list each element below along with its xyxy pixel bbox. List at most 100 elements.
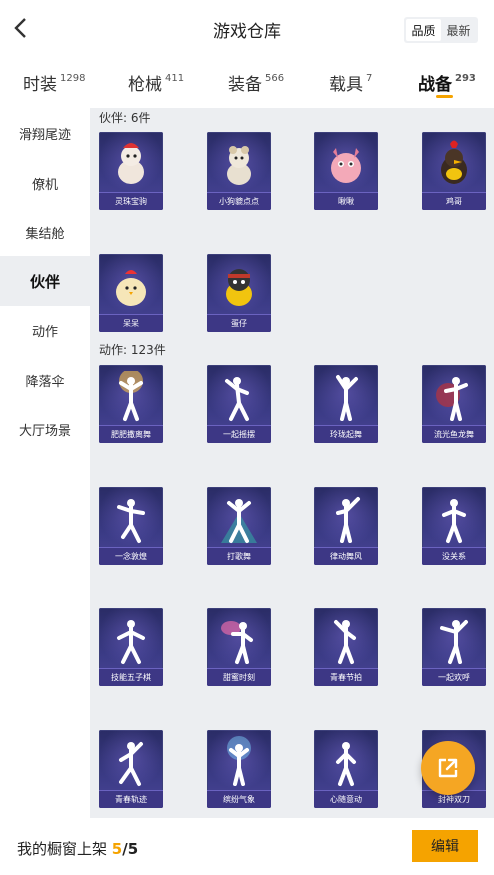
section-label-partners: 伙伴: 6件 xyxy=(99,111,151,125)
tab-count: 566 xyxy=(265,73,285,84)
emote-card[interactable]: 一起摇摆 xyxy=(207,365,271,443)
showcase-status: 我的橱窗上架 5/5 xyxy=(17,838,138,859)
sidebar-item-glide-trail[interactable]: 滑翔尾迹 xyxy=(0,108,90,158)
emote-card[interactable]: 技能五子棋 xyxy=(99,608,163,686)
tab-label: 装备 xyxy=(228,75,262,95)
card-caption: 青春节拍 xyxy=(314,668,378,686)
emote-card[interactable]: 没关系 xyxy=(422,487,486,565)
tab-count: 7 xyxy=(366,73,373,84)
card-caption: 蛋仔 xyxy=(207,314,271,332)
sidebar-item-partner[interactable]: 伙伴 xyxy=(0,256,90,306)
dancer-silhouette-icon xyxy=(442,499,466,543)
emote-card[interactable]: 心随意动 xyxy=(314,730,378,808)
card-caption: 玲珑起舞 xyxy=(314,425,378,443)
emote-card[interactable]: 肥肥撒离舞 xyxy=(99,365,163,443)
pet-figure-icon xyxy=(441,140,467,184)
emote-card[interactable]: 青春节拍 xyxy=(314,608,378,686)
section-label-emotes: 动作: 123件 xyxy=(99,343,166,357)
tab-vehicles[interactable]: 载具 7 xyxy=(329,70,372,95)
partner-card[interactable]: 鸡哥 xyxy=(422,132,486,210)
pet-figure-icon xyxy=(331,148,361,183)
dancer-silhouette-icon xyxy=(117,620,145,664)
tab-count: 293 xyxy=(455,73,476,84)
card-caption: 律动舞风 xyxy=(314,547,378,565)
emote-card[interactable]: 打歌舞 xyxy=(207,487,271,565)
card-caption: 呆呆 xyxy=(99,314,163,332)
tab-combat-prep[interactable]: 战备 293 xyxy=(418,70,476,95)
emote-card[interactable]: 流光鱼龙舞 xyxy=(422,365,486,443)
sidebar-item-rally-pod[interactable]: 集结舱 xyxy=(0,207,90,257)
tab-gear[interactable]: 装备 566 xyxy=(228,70,284,95)
emote-card[interactable]: 缤纷气象 xyxy=(207,730,271,808)
pet-figure-icon xyxy=(226,269,252,306)
dancer-silhouette-icon xyxy=(336,742,356,786)
dancer-silhouette-icon xyxy=(440,620,468,664)
tab-count: 411 xyxy=(165,73,185,84)
card-caption: 甜蜜时刻 xyxy=(207,668,271,686)
partner-card[interactable]: 蛋仔 xyxy=(207,254,271,332)
share-external-icon xyxy=(438,758,458,778)
card-caption: 缤纷气象 xyxy=(207,790,271,808)
card-caption: 没关系 xyxy=(422,547,486,565)
sidebar-item-lobby-scene[interactable]: 大厅场景 xyxy=(0,404,90,454)
dancer-silhouette-icon xyxy=(227,736,251,786)
showcase-label: 我的橱窗上架 xyxy=(17,840,108,858)
edit-button[interactable]: 编辑 xyxy=(412,830,478,862)
dancer-silhouette-icon xyxy=(336,497,360,543)
sort-option-quality[interactable]: 品质 xyxy=(406,19,441,41)
active-tab-indicator xyxy=(436,95,453,98)
tab-label: 载具 xyxy=(329,75,363,95)
dancer-silhouette-icon xyxy=(221,621,253,664)
pet-figure-icon xyxy=(227,146,251,185)
card-caption: 青春轨迹 xyxy=(99,790,163,808)
showcase-total-count: /5 xyxy=(122,840,139,858)
item-grid: 伙伴: 6件 灵珠宝驹 小狗貔点点 啾啾 鸡哥 呆呆 蛋仔 动作: 123件 肥… xyxy=(90,108,494,818)
emote-card[interactable]: 青春轨迹 xyxy=(99,730,163,808)
card-caption: 心随意动 xyxy=(314,790,378,808)
dancer-silhouette-icon xyxy=(336,375,358,421)
sort-option-newest[interactable]: 最新 xyxy=(441,19,476,41)
tab-label: 战备 xyxy=(418,75,452,95)
dancer-silhouette-icon xyxy=(334,620,356,664)
dancer-silhouette-icon xyxy=(221,499,257,543)
tab-fashion[interactable]: 时装 1298 xyxy=(23,70,85,95)
tab-count: 1298 xyxy=(60,73,86,84)
card-caption: 小狗貔点点 xyxy=(207,192,271,210)
tab-guns[interactable]: 枪械 411 xyxy=(128,70,184,95)
partner-card[interactable]: 灵珠宝驹 xyxy=(99,132,163,210)
card-caption: 流光鱼龙舞 xyxy=(422,425,486,443)
card-caption: 鸡哥 xyxy=(422,192,486,210)
dancer-silhouette-icon xyxy=(119,371,143,421)
card-caption: 一念敦煌 xyxy=(99,547,163,565)
tab-label: 时装 xyxy=(23,75,57,95)
partner-card[interactable]: 小狗貔点点 xyxy=(207,132,271,210)
tab-label: 枪械 xyxy=(128,75,162,95)
dancer-silhouette-icon xyxy=(436,377,468,421)
partner-card[interactable]: 呆呆 xyxy=(99,254,163,332)
share-button[interactable] xyxy=(421,741,475,795)
sidebar-item-wingman[interactable]: 僚机 xyxy=(0,158,90,208)
pet-figure-icon xyxy=(118,143,144,184)
header: 游戏仓库 品质 最新 xyxy=(0,0,494,58)
category-tabs: 时装 1298 枪械 411 装备 566 载具 7 战备 293 xyxy=(0,62,494,102)
bottom-bar: 我的橱窗上架 5/5 编辑 xyxy=(0,818,494,875)
emote-card[interactable]: 玲珑起舞 xyxy=(314,365,378,443)
card-caption: 啾啾 xyxy=(314,192,378,210)
sidebar-item-parachute[interactable]: 降落伞 xyxy=(0,355,90,405)
card-caption: 打歌舞 xyxy=(207,547,271,565)
emote-card[interactable]: 律动舞风 xyxy=(314,487,378,565)
dancer-silhouette-icon xyxy=(117,499,145,543)
sidebar: 滑翔尾迹 僚机 集结舱 伙伴 动作 降落伞 大厅场景 xyxy=(0,108,90,818)
dancer-silhouette-icon xyxy=(225,377,249,421)
emote-card[interactable]: 甜蜜时刻 xyxy=(207,608,271,686)
dancer-silhouette-icon xyxy=(119,742,143,786)
sort-toggle: 品质 最新 xyxy=(404,17,478,43)
partner-card[interactable]: 啾啾 xyxy=(314,132,378,210)
card-caption: 肥肥撒离舞 xyxy=(99,425,163,443)
emote-card[interactable]: 一起欢呼 xyxy=(422,608,486,686)
card-caption: 灵珠宝驹 xyxy=(99,192,163,210)
emote-card[interactable]: 一念敦煌 xyxy=(99,487,163,565)
card-caption: 一起摇摆 xyxy=(207,425,271,443)
card-caption: 技能五子棋 xyxy=(99,668,163,686)
sidebar-item-emote[interactable]: 动作 xyxy=(0,305,90,355)
